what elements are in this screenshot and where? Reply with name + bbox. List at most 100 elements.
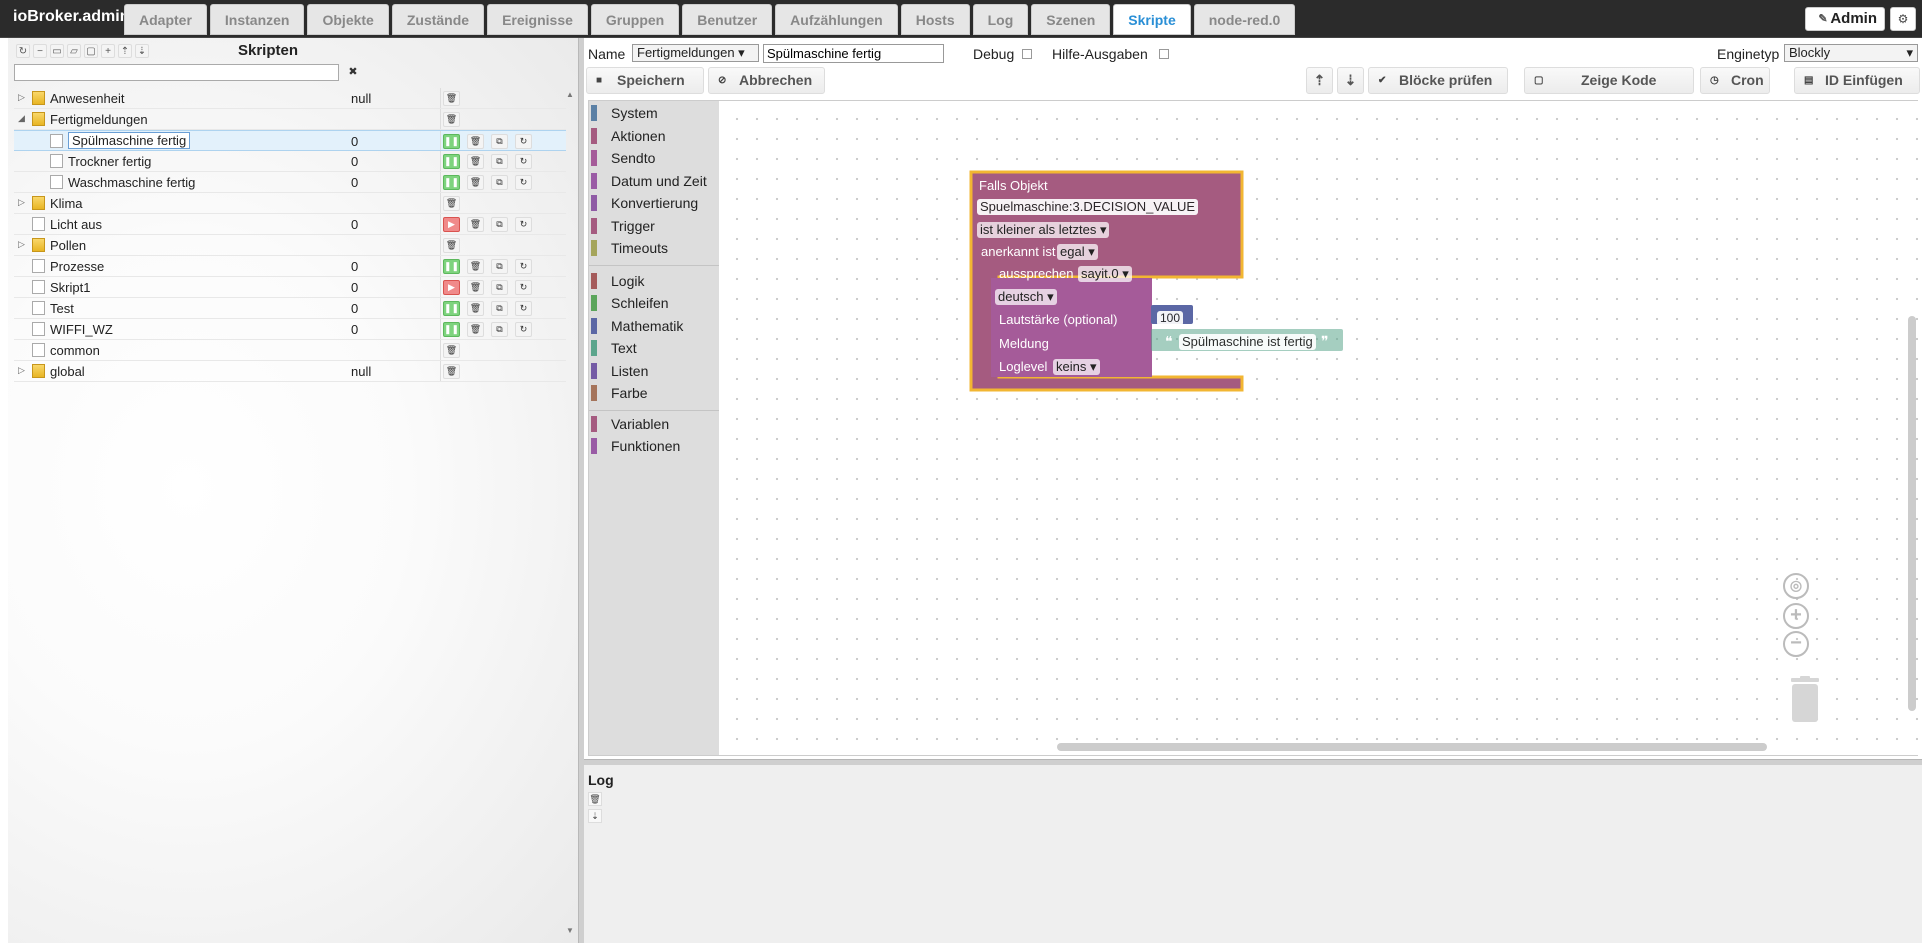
tree-script-row[interactable]: Spülmaschine fertig 0 ❚❚ 🗑 ⧉ ↻ [14,130,566,151]
cron-button[interactable]: ◷ Cron [1700,67,1770,94]
say-instance-dropdown[interactable]: sayit.0 ▾ [1078,266,1132,282]
pause-button[interactable]: ❚❚ [443,134,460,149]
check-blocks-button[interactable]: ✔ Blöcke prüfen [1368,67,1508,94]
restart-button[interactable]: ↻ [515,322,532,337]
expand-arrow-icon[interactable]: ▷ [18,239,28,250]
clear-filter-icon[interactable]: ✖ [345,65,361,80]
message-value[interactable]: Spülmaschine ist fertig [1179,334,1316,350]
pause-button[interactable]: ❚❚ [443,301,460,316]
tree-script-row[interactable]: Licht aus 0 ▶ 🗑 ⧉ ↻ [14,214,566,235]
pause-button[interactable]: ❚❚ [443,259,460,274]
copy-button[interactable]: ⧉ [491,322,508,337]
pause-button[interactable]: ❚❚ [443,322,460,337]
copy-button[interactable]: ⧉ [491,175,508,190]
restart-button[interactable]: ↻ [515,301,532,316]
pause-button[interactable]: ❚❚ [443,154,460,169]
tab-instanzen[interactable]: Instanzen [209,4,305,35]
collapse-arrow-icon[interactable]: ◢ [18,113,28,124]
tab-benutzer[interactable]: Benutzer [682,4,773,35]
delete-button[interactable]: 🗑 [443,343,460,358]
toolbox-category[interactable]: Text [589,338,719,358]
scripts-scrollbar[interactable]: ▲ ▼ [566,90,575,935]
insert-id-button[interactable]: ▤ ID Einfügen [1794,67,1920,94]
tree-script-row[interactable]: Waschmaschine fertig 0 ❚❚ 🗑 ⧉ ↻ [14,172,566,193]
tree-script-row[interactable]: WIFFI_WZ 0 ❚❚ 🗑 ⧉ ↻ [14,319,566,340]
scroll-up-icon[interactable]: ▲ [566,90,574,99]
toolbox-category[interactable]: Timeouts [589,238,719,258]
tab-zustände[interactable]: Zustände [391,4,485,35]
canvas-horizontal-scrollbar[interactable] [1057,743,1767,751]
copy-button[interactable]: ⧉ [491,134,508,149]
toolbox-category[interactable]: Datum und Zeit [589,171,719,191]
save-button[interactable]: ■ Speichern [586,67,704,94]
clear-log-icon[interactable]: 🗑 [588,792,602,806]
restart-button[interactable]: ↻ [515,154,532,169]
restart-button[interactable]: ↻ [515,259,532,274]
toolbox-category[interactable]: Mathematik [589,316,719,336]
delete-button[interactable]: 🗑 [443,91,460,106]
delete-button[interactable]: 🗑 [467,259,484,274]
zoom-out-icon[interactable]: − [1783,631,1809,657]
help-output-checkbox[interactable] [1159,49,1169,59]
restart-button[interactable]: ↻ [515,217,532,232]
restart-button[interactable]: ↻ [515,134,532,149]
toolbox-category[interactable]: Schleifen [589,293,719,313]
tree-script-row[interactable]: Skript1 0 ▶ 🗑 ⧉ ↻ [14,277,566,298]
toolbox-category[interactable]: Sendto [589,148,719,168]
copy-button[interactable]: ⧉ [491,217,508,232]
copy-button[interactable]: ⧉ [491,154,508,169]
delete-button[interactable]: 🗑 [467,154,484,169]
tree-folder-row[interactable]: ▷ global null 🗑 [14,361,566,382]
tab-ereignisse[interactable]: Ereignisse [487,4,588,35]
tree-script-row[interactable]: Test 0 ❚❚ 🗑 ⧉ ↻ [14,298,566,319]
tree-script-row[interactable]: Prozesse 0 ❚❚ 🗑 ⧉ ↻ [14,256,566,277]
toolbox-category[interactable]: Funktionen [589,436,719,456]
delete-button[interactable]: 🗑 [443,238,460,253]
trash-icon[interactable] [1789,676,1821,724]
scroll-down-icon[interactable]: ▼ [566,926,574,935]
add-icon[interactable]: + [101,44,115,58]
restart-button[interactable]: ↻ [515,280,532,295]
delete-button[interactable]: 🗑 [467,175,484,190]
delete-button[interactable]: 🗑 [443,112,460,127]
play-button[interactable]: ▶ [443,280,460,295]
tab-gruppen[interactable]: Gruppen [590,4,680,35]
tab-szenen[interactable]: Szenen [1031,4,1111,35]
row-name[interactable]: Spülmaschine fertig [68,132,191,149]
ack-dropdown[interactable]: egal ▾ [1057,244,1098,260]
expand-arrow-icon[interactable]: ▷ [18,92,28,103]
tab-skripte[interactable]: Skripte [1113,4,1191,35]
import-icon[interactable]: ⇣ [135,44,149,58]
delete-button[interactable]: 🗑 [467,322,484,337]
new-script-icon[interactable]: ▢ [84,44,98,58]
tree-folder-row[interactable]: ▷ Klima 🗑 [14,193,566,214]
toolbox-category[interactable]: Trigger [589,216,719,236]
canvas-vertical-scrollbar[interactable] [1908,316,1916,711]
engine-select[interactable]: Blockly ▾ [1784,44,1918,62]
tree-script-row[interactable]: common 🗑 [14,340,566,361]
tree-folder-row[interactable]: ▷ Pollen 🗑 [14,235,566,256]
cancel-button[interactable]: ⊘ Abbrechen [708,67,825,94]
copy-button[interactable]: ⧉ [491,259,508,274]
folder-select[interactable]: Fertigmeldungen ▾ [632,44,759,62]
toolbox-category[interactable]: Listen [589,361,719,381]
restart-button[interactable]: ↻ [515,175,532,190]
delete-button[interactable]: 🗑 [467,301,484,316]
debug-checkbox[interactable] [1022,49,1032,59]
copy-button[interactable]: ⧉ [491,280,508,295]
open-folder-icon[interactable]: ▱ [67,44,81,58]
tab-adapter[interactable]: Adapter [124,4,207,35]
expand-arrow-icon[interactable]: ▷ [18,365,28,376]
toolbox-category[interactable]: System [589,103,719,123]
toolbox-category[interactable]: Farbe [589,383,719,403]
delete-button[interactable]: 🗑 [467,280,484,295]
toolbox-category[interactable]: Variablen [589,414,719,434]
tree-script-row[interactable]: Trockner fertig 0 ❚❚ 🗑 ⧉ ↻ [14,151,566,172]
download-log-icon[interactable]: ⇣ [588,809,602,823]
tab-objekte[interactable]: Objekte [307,4,389,35]
script-name-input[interactable] [763,44,944,63]
toolbox-category[interactable]: Aktionen [589,126,719,146]
tree-folder-row[interactable]: ◢ Fertigmeldungen 🗑 [14,109,566,130]
refresh-icon[interactable]: ↻ [16,44,30,58]
tab-node-red-0[interactable]: node-red.0 [1193,4,1296,35]
